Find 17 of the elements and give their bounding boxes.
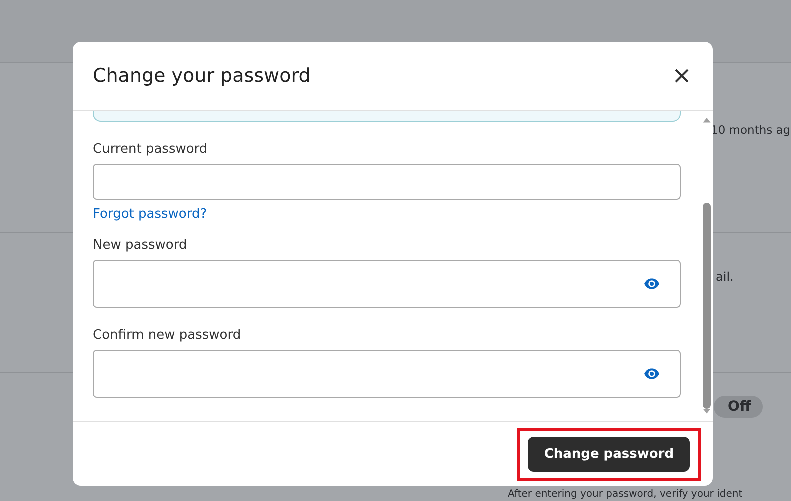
eye-icon[interactable] — [644, 278, 660, 290]
background-text: ail. — [716, 270, 734, 284]
dialog-title: Change your password — [93, 65, 311, 87]
field-label: New password — [93, 238, 188, 253]
password-field[interactable] — [93, 164, 681, 200]
status-pill: Off — [714, 396, 764, 418]
close-icon — [675, 69, 689, 83]
eye-icon[interactable] — [644, 368, 660, 380]
password-field[interactable] — [93, 350, 681, 398]
forgot-password-link[interactable]: Forgot password? — [93, 207, 208, 222]
change-password-button[interactable]: Change password — [528, 436, 690, 472]
background-text: 10 months ag — [711, 123, 791, 137]
scroll-up-icon[interactable] — [703, 117, 711, 123]
field-label: Confirm new password — [93, 328, 242, 343]
password-field[interactable] — [93, 260, 681, 308]
background-text: After entering your password, verify your ident — [508, 488, 743, 500]
field-label: Current password — [93, 142, 209, 157]
